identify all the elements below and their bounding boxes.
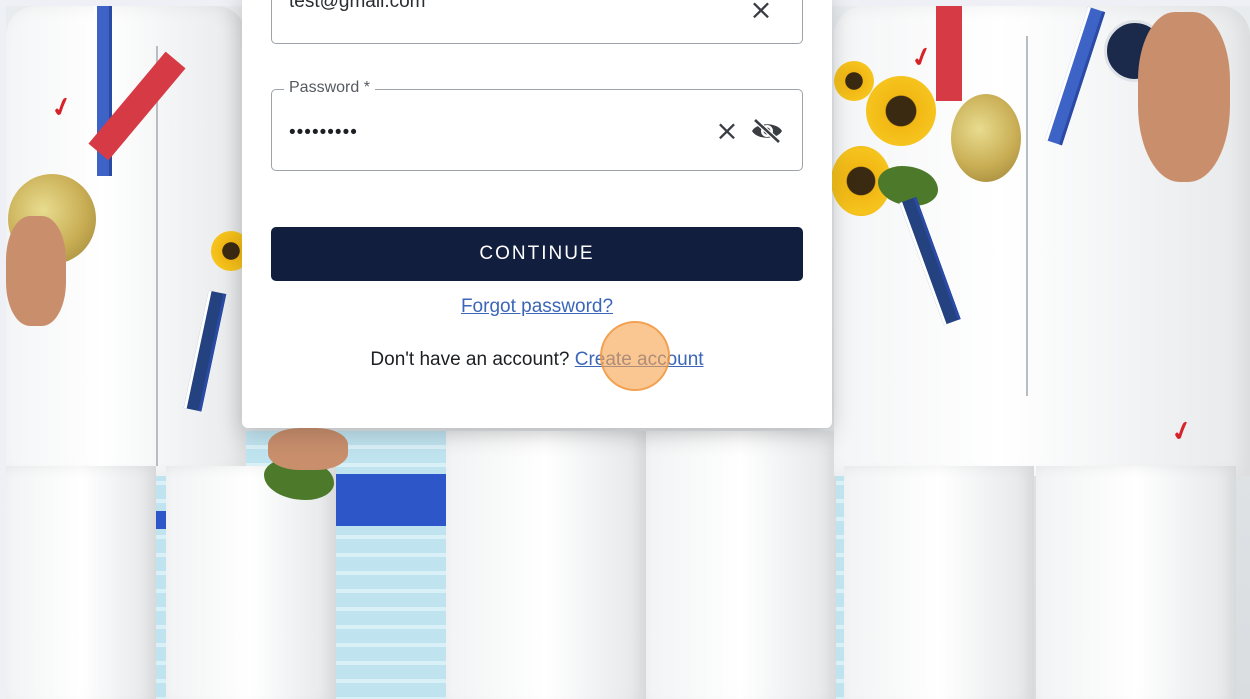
click-indicator	[600, 321, 670, 391]
password-field[interactable]: Password * ••••••••• ×	[271, 79, 803, 171]
sunflower	[834, 61, 874, 101]
athlete-right-leg	[1036, 466, 1236, 699]
zipper	[156, 46, 158, 466]
medal-ribbon-red	[936, 6, 962, 101]
email-field[interactable]: test@gmail.com ×	[271, 0, 803, 44]
hand-pointing	[1138, 12, 1230, 182]
gold-medal	[951, 94, 1021, 182]
close-icon[interactable]: ×	[714, 117, 740, 145]
password-value[interactable]: •••••••••	[289, 122, 358, 144]
eye-off-icon[interactable]	[750, 117, 784, 145]
athlete-left-leg	[166, 466, 336, 699]
athlete-middle-leg	[446, 431, 646, 699]
hand	[268, 428, 348, 470]
hand	[6, 216, 66, 326]
pool-stripe	[336, 474, 451, 526]
close-icon[interactable]: ×	[748, 0, 774, 24]
continue-button[interactable]: CONTINUE	[271, 227, 803, 281]
signup-prompt: Don't have an account?	[370, 349, 570, 370]
athlete-middle-leg	[646, 431, 836, 699]
athlete-right-leg	[844, 466, 1034, 699]
signup-row: Don't have an account? Create account	[242, 349, 832, 371]
forgot-password-link[interactable]: Forgot password?	[242, 296, 832, 318]
sunflower	[866, 76, 936, 146]
password-label: Password *	[284, 79, 375, 97]
athlete-left-leg	[6, 466, 156, 699]
email-value[interactable]: test@gmail.com	[289, 0, 426, 13]
login-dialog: test@gmail.com × Password * ••••••••• × …	[242, 0, 832, 428]
zipper	[1026, 36, 1028, 396]
